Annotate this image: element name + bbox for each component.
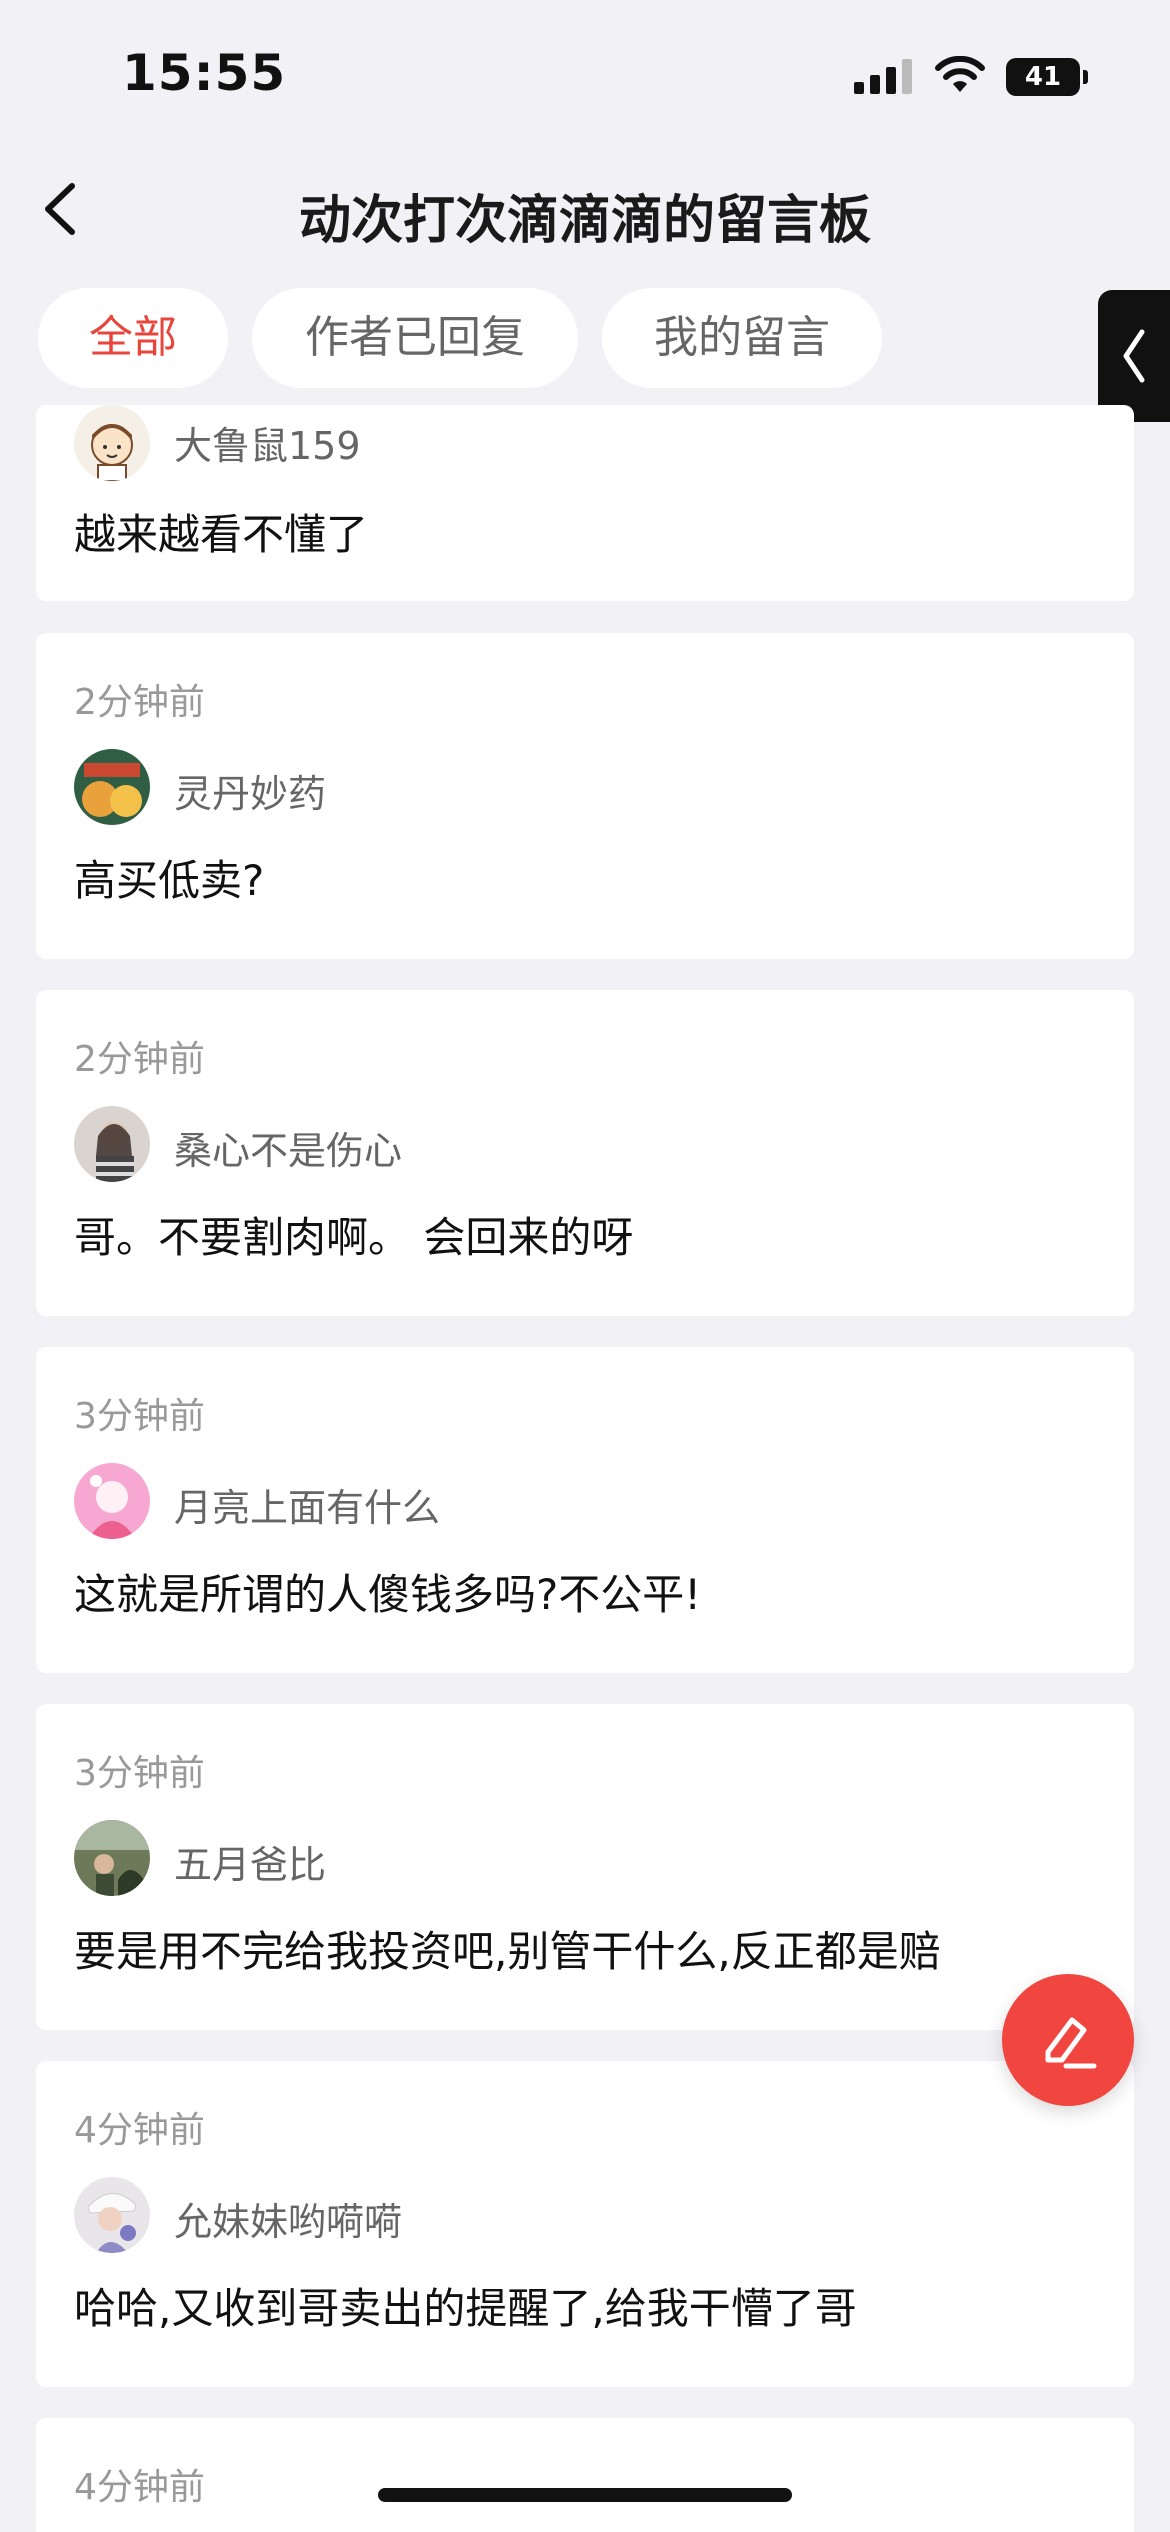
comment-time: 4分钟前 bbox=[74, 2110, 205, 2151]
comment-time: 2分钟前 bbox=[74, 1039, 205, 1080]
comment-time: 3分钟前 bbox=[74, 1396, 205, 1437]
avatar bbox=[74, 1106, 150, 1182]
comment-card[interactable]: 3分钟前 月亮上面有什么 这就是所谓的人傻钱多吗?不公平! bbox=[36, 1347, 1134, 1673]
comment-time: 3分钟前 bbox=[74, 1753, 205, 1794]
username[interactable]: 月亮上面有什么 bbox=[174, 1477, 440, 1532]
wifi-icon bbox=[935, 56, 985, 92]
comment-card[interactable]: 大鲁鼠159 越来越看不懂了 bbox=[36, 405, 1134, 601]
avatar bbox=[74, 749, 150, 825]
comment-text: 越来越看不懂了 bbox=[74, 510, 369, 559]
tab-my-messages[interactable]: 我的留言 bbox=[602, 288, 882, 388]
screen: 15:55 41 动次打次滴滴滴的留言板 全部 作者已回复 我的留言 大鲁鼠15… bbox=[0, 0, 1170, 2532]
username[interactable]: 允妹妹哟嗬嗬 bbox=[174, 2191, 402, 2246]
avatar bbox=[74, 1463, 150, 1539]
chevron-left-icon bbox=[45, 183, 75, 235]
avatar bbox=[74, 1820, 150, 1896]
tab-author-replied[interactable]: 作者已回复 bbox=[252, 288, 578, 388]
comment-card[interactable]: 2分钟前 灵丹妙药 高买低卖? bbox=[36, 633, 1134, 959]
comment-text: 要是用不完给我投资吧,别管干什么,反正都是赔 bbox=[74, 1927, 941, 1976]
comment-text: 这就是所谓的人傻钱多吗?不公平! bbox=[74, 1570, 702, 1619]
comment-time: 2分钟前 bbox=[74, 682, 205, 723]
comment-card[interactable]: 4分钟前 bbox=[36, 2418, 1134, 2532]
comment-card[interactable]: 2分钟前 桑心不是伤心 哥。不要割肉啊。 会回来的呀 bbox=[36, 990, 1134, 1316]
username[interactable]: 桑心不是伤心 bbox=[174, 1120, 402, 1175]
status-bar: 15:55 41 bbox=[0, 0, 1170, 150]
username[interactable]: 五月爸比 bbox=[174, 1834, 326, 1889]
page-title: 动次打次滴滴滴的留言板 bbox=[298, 191, 871, 251]
avatar bbox=[74, 405, 150, 481]
comment-time: 4分钟前 bbox=[74, 2467, 205, 2508]
comment-card[interactable]: 3分钟前 五月爸比 要是用不完给我投资吧,别管干什么,反正都是赔 bbox=[36, 1704, 1134, 2030]
username[interactable]: 大鲁鼠159 bbox=[174, 415, 361, 470]
battery-tip bbox=[1083, 70, 1088, 84]
status-time: 15:55 bbox=[122, 44, 287, 102]
nav-bar: 动次打次滴滴滴的留言板 bbox=[0, 150, 1170, 270]
comment-text: 高买低卖? bbox=[74, 856, 265, 905]
back-button[interactable] bbox=[30, 174, 100, 244]
tab-all[interactable]: 全部 bbox=[38, 288, 228, 388]
battery-level: 41 bbox=[1006, 58, 1080, 96]
chevron-left-icon bbox=[1123, 329, 1145, 383]
avatar bbox=[74, 2177, 150, 2253]
comment-text: 哈哈,又收到哥卖出的提醒了,给我干懵了哥 bbox=[74, 2284, 857, 2333]
home-indicator[interactable] bbox=[378, 2488, 792, 2502]
comment-card[interactable]: 4分钟前 允妹妹哟嗬嗬 哈哈,又收到哥卖出的提醒了,给我干懵了哥 bbox=[36, 2061, 1134, 2387]
signal-bars-icon bbox=[854, 59, 912, 94]
filter-tabs: 全部 作者已回复 我的留言 bbox=[0, 288, 1170, 388]
side-drawer-handle[interactable] bbox=[1098, 290, 1170, 422]
compose-icon bbox=[1045, 2017, 1097, 2069]
comment-text: 哥。不要割肉啊。 会回来的呀 bbox=[74, 1213, 634, 1262]
username[interactable]: 灵丹妙药 bbox=[174, 763, 326, 818]
battery-icon: 41 bbox=[1006, 58, 1088, 96]
compose-button[interactable] bbox=[1002, 1974, 1134, 2106]
